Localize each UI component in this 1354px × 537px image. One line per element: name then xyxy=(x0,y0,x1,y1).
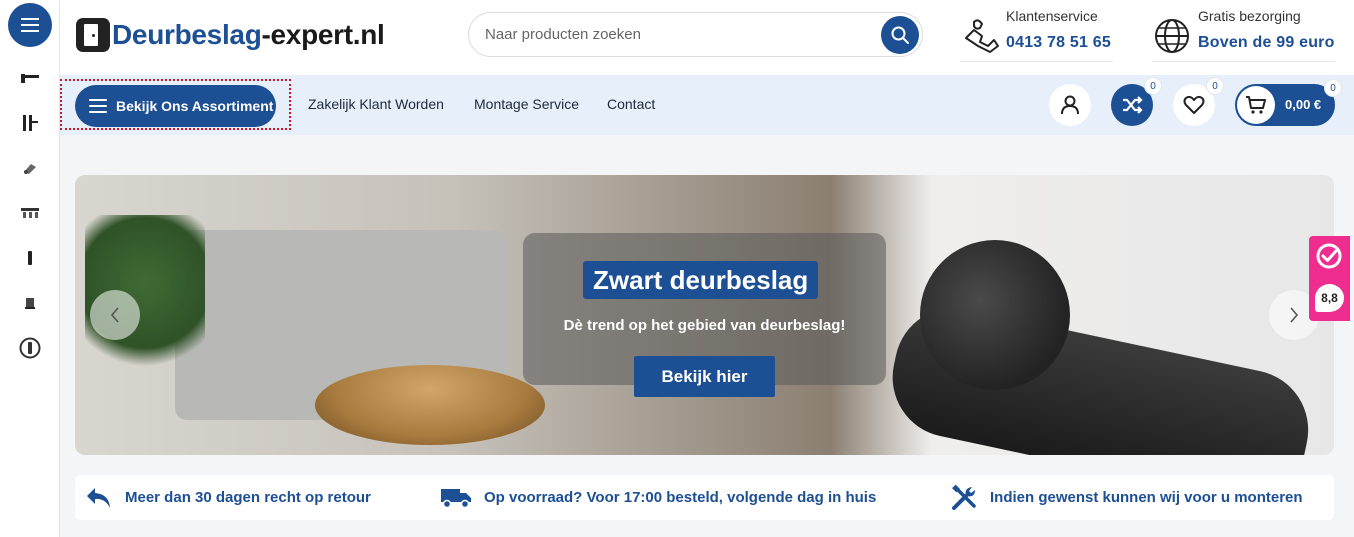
cart-count-badge: 0 xyxy=(1325,80,1341,96)
main-navigation: Bekijk Ons Assortiment Zakelijk Klant Wo… xyxy=(60,75,1354,135)
usp-strip: Meer dan 30 dagen recht op retour Op voo… xyxy=(75,475,1334,520)
usp-delivery-text: Op voorraad? Voor 17:00 besteld, volgend… xyxy=(484,489,877,506)
slider-prev-button[interactable] xyxy=(90,290,140,340)
cart-button[interactable]: 0,00 € 0 xyxy=(1235,80,1341,126)
lever-handle-icon xyxy=(21,74,39,83)
nav-link-contact[interactable]: Contact xyxy=(607,96,655,112)
usp-returns-text: Meer dan 30 dagen recht op retour xyxy=(125,489,371,506)
delivery-label: Gratis bezorging xyxy=(1198,8,1301,24)
door-closer-icon xyxy=(24,164,36,174)
usp-returns: Meer dan 30 dagen recht op retour xyxy=(85,475,371,520)
free-delivery-block: Gratis bezorging Boven de 99 euro xyxy=(1152,8,1335,62)
lock-set-icon xyxy=(21,208,39,218)
hero-slider: Zwart deurbeslag Dè trend op het gebied … xyxy=(75,175,1334,455)
delivery-value: Boven de 99 euro xyxy=(1198,34,1335,51)
compare-button[interactable]: 0 xyxy=(1111,78,1161,126)
hero-table-image xyxy=(315,365,545,445)
round-knob-icon xyxy=(19,337,41,359)
review-check-icon xyxy=(1316,243,1342,269)
hero-title: Zwart deurbeslag xyxy=(583,261,819,299)
hero-subtitle: Dè trend op het gebied van deurbeslag! xyxy=(563,317,846,334)
return-arrow-icon xyxy=(87,487,110,508)
usp-installation-text: Indien gewenst kunnen wij voor u montere… xyxy=(990,489,1303,506)
review-rating-tab[interactable]: 8,8 xyxy=(1309,236,1350,321)
hero-rose-image xyxy=(920,240,1070,390)
hamburger-icon xyxy=(89,99,107,113)
rail-category-stops[interactable] xyxy=(10,287,50,319)
rail-category-locks[interactable] xyxy=(10,197,50,229)
truck-icon xyxy=(441,488,471,508)
usp-delivery: Op voorraad? Voor 17:00 besteld, volgend… xyxy=(440,475,876,520)
chevron-right-icon xyxy=(1290,307,1299,323)
tools-icon xyxy=(952,484,976,510)
rating-score: 8,8 xyxy=(1315,284,1344,312)
search-bar xyxy=(468,12,923,57)
shuffle-icon xyxy=(1123,96,1143,114)
usp-installation: Indien gewenst kunnen wij voor u montere… xyxy=(950,475,1303,520)
assortment-label: Bekijk Ons Assortiment xyxy=(116,98,274,114)
compare-count-badge: 0 xyxy=(1145,78,1161,94)
rail-category-closers[interactable] xyxy=(10,152,50,184)
user-icon xyxy=(1061,95,1079,115)
heart-icon xyxy=(1183,95,1205,114)
door-hinge-icon xyxy=(23,115,38,131)
wishlist-count-badge: 0 xyxy=(1207,78,1223,94)
logo-text-part2: -expert.nl xyxy=(261,19,385,50)
nav-link-business[interactable]: Zakelijk Klant Worden xyxy=(308,96,444,112)
search-input[interactable] xyxy=(485,13,865,56)
customer-service-block: Klantenservice 0413 78 51 65 xyxy=(960,8,1113,62)
door-logo-icon xyxy=(76,18,110,52)
cart-total: 0,00 € xyxy=(1285,97,1322,112)
door-stop-icon xyxy=(25,298,35,309)
rail-menu-button[interactable] xyxy=(8,3,52,47)
site-logo[interactable]: Deurbeslag-expert.nl xyxy=(76,18,385,52)
globe-icon xyxy=(1155,19,1189,53)
service-phone-link[interactable]: 0413 78 51 65 xyxy=(1006,34,1111,52)
search-button[interactable] xyxy=(881,16,919,54)
door-pull-icon xyxy=(28,251,32,265)
chevron-left-icon xyxy=(110,307,119,323)
rail-category-pulls[interactable] xyxy=(10,242,50,274)
cart-icon-wrap xyxy=(1237,86,1275,124)
wishlist-button[interactable]: 0 xyxy=(1173,78,1223,126)
nav-link-installation[interactable]: Montage Service xyxy=(474,96,579,112)
hero-cta-button[interactable]: Bekijk hier xyxy=(634,356,775,397)
rail-category-lever-handles[interactable] xyxy=(10,62,50,94)
account-button[interactable] xyxy=(1049,84,1091,126)
hamburger-icon xyxy=(21,18,39,32)
assortment-focus-outline: Bekijk Ons Assortiment xyxy=(60,79,291,130)
assortment-button[interactable]: Bekijk Ons Assortiment xyxy=(75,85,276,127)
site-header: Deurbeslag-expert.nl Klantenservice 0413… xyxy=(60,0,1354,75)
rail-category-hinges[interactable] xyxy=(10,107,50,139)
rail-category-knobs[interactable] xyxy=(10,332,50,364)
shopping-cart-icon xyxy=(1246,96,1266,114)
phone-hand-icon xyxy=(965,19,999,53)
logo-text-part1: Deurbeslag xyxy=(112,19,262,50)
service-label: Klantenservice xyxy=(1006,8,1098,24)
search-icon xyxy=(891,26,909,44)
category-rail xyxy=(0,0,60,537)
